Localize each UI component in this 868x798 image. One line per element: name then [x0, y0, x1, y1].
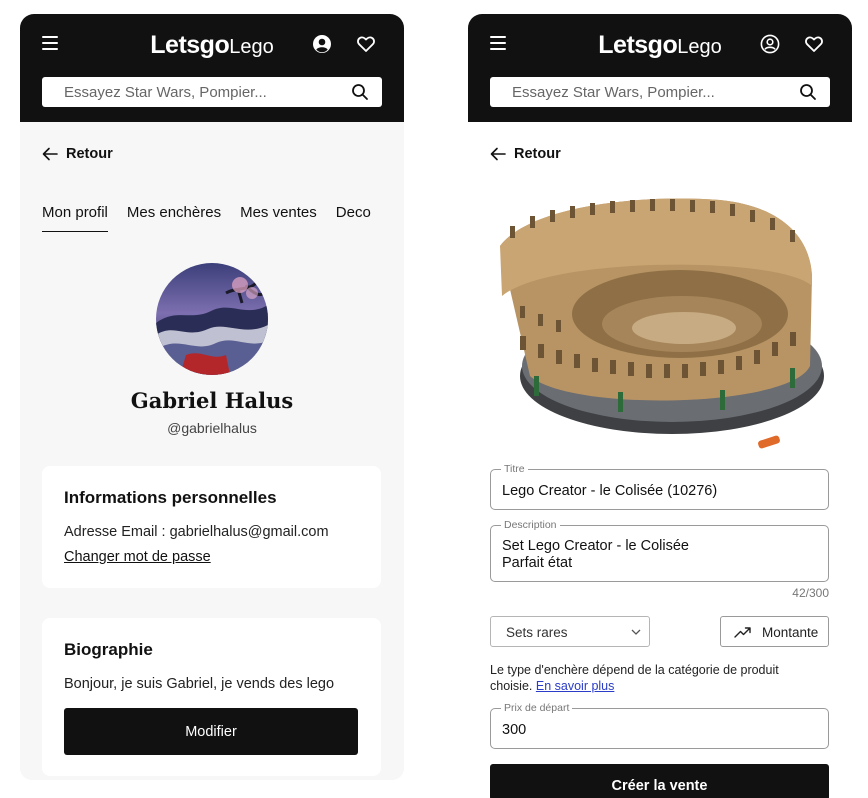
category-select[interactable]: Sets rares [490, 616, 650, 647]
starting-price-input[interactable] [502, 720, 817, 740]
title-field: Titre [490, 463, 829, 510]
tab-deconnexion[interactable]: Deco [336, 204, 371, 231]
back-label: Retour [66, 146, 113, 162]
arrow-left-icon [490, 147, 506, 161]
back-label: Retour [514, 146, 561, 162]
profile-handle: @gabrielhalus [167, 420, 257, 436]
product-image[interactable] [490, 186, 830, 456]
back-link[interactable]: Retour [42, 144, 113, 164]
card-title: Biographie [64, 640, 153, 659]
learn-more-link[interactable]: En savoir plus [536, 679, 615, 693]
personal-info-card: Informations personnelles Adresse Email … [42, 466, 381, 588]
create-sale-button[interactable]: Créer la vente [490, 764, 829, 798]
search-bar [490, 77, 830, 107]
email-text: Adresse Email : gabrielhalus@gmail.com [64, 524, 329, 540]
profile-screen: LetsgoLego Retour Mon profil Mes enchères… [20, 14, 404, 780]
top-bar: LetsgoLego [20, 14, 404, 122]
auction-type-label: Montante [762, 625, 819, 640]
search-bar [42, 77, 382, 107]
heart-icon[interactable] [356, 34, 376, 54]
trending-up-icon [734, 627, 751, 638]
auction-help-text: Le type d'enchère dépend de la catégorie… [490, 663, 779, 693]
create-sale-screen: LetsgoLego Retour [468, 14, 852, 798]
tab-mes-encheres[interactable]: Mes enchères [127, 204, 221, 231]
starting-price-label: Prix de départ [501, 702, 573, 714]
auction-type-button[interactable]: Montante [720, 616, 829, 647]
description-counter: 42/300 [792, 586, 829, 600]
tab-mon-profil[interactable]: Mon profil [42, 204, 108, 232]
arrow-left-icon [42, 147, 58, 161]
card-title: Informations personnelles [64, 488, 277, 507]
search-input[interactable] [42, 77, 342, 107]
brand-logo[interactable]: LetsgoLego [468, 30, 852, 62]
profile-tabs: Mon profil Mes enchères Mes ventes Deco [42, 204, 382, 236]
tab-mes-ventes[interactable]: Mes ventes [240, 204, 317, 231]
title-label: Titre [501, 463, 528, 475]
biography-card: Biographie Bonjour, je suis Gabriel, je … [42, 618, 381, 776]
search-icon[interactable] [799, 83, 817, 101]
search-icon[interactable] [351, 83, 369, 101]
user-icon[interactable] [312, 34, 332, 54]
modify-button[interactable]: Modifier [64, 708, 358, 755]
description-label: Description [501, 519, 560, 531]
category-selected-value: Sets rares [506, 625, 568, 640]
heart-icon[interactable] [804, 34, 824, 54]
description-field: Description Set Lego Creator - le Colisé… [490, 519, 829, 582]
top-bar: LetsgoLego [468, 14, 852, 122]
brand-logo[interactable]: LetsgoLego [20, 30, 404, 62]
chevron-down-icon [631, 629, 641, 635]
user-outline-icon[interactable] [760, 34, 780, 54]
bio-text: Bonjour, je suis Gabriel, je vends des l… [64, 676, 335, 692]
description-textarea[interactable]: Set Lego Creator - le Colisée Parfait ét… [502, 538, 817, 578]
change-password-link[interactable]: Changer mot de passe [64, 549, 211, 565]
starting-price-field: Prix de départ [490, 702, 829, 749]
search-input[interactable] [490, 77, 790, 107]
title-input[interactable] [502, 481, 817, 501]
profile-name: Gabriel Halus [130, 388, 294, 413]
avatar[interactable] [156, 263, 268, 375]
back-link[interactable]: Retour [490, 144, 561, 164]
